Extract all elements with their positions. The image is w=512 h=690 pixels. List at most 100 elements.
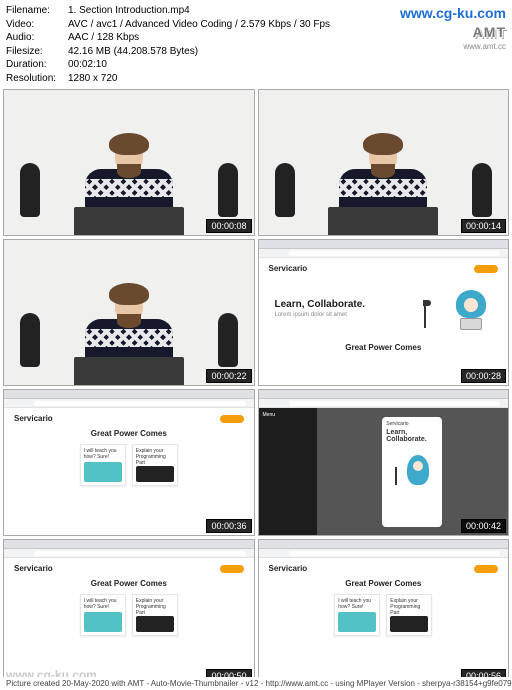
- meta-label: Duration:: [6, 58, 68, 72]
- devtools-heading: Menu: [263, 412, 313, 418]
- card-caption: Explain your Programming Part: [136, 448, 174, 466]
- lamp-icon: [395, 467, 403, 485]
- meta-value: AAC / 128 Kbps: [68, 31, 139, 45]
- card-image: [338, 612, 376, 632]
- meta-resolution: Resolution:1280 x 720: [6, 72, 506, 86]
- thumbnail-1: 00:00:08: [3, 89, 255, 236]
- site-nav: Servicario: [269, 564, 499, 573]
- browser-tab-bar: [259, 540, 509, 549]
- card-caption: Explain your Programming Part: [390, 598, 428, 616]
- card-row: I will teach you how? Sure! Explain your…: [14, 444, 244, 486]
- browser-tab-bar: [4, 390, 254, 399]
- microphone-icon: [275, 163, 295, 217]
- hero-title: Learn, Collaborate.: [386, 429, 438, 443]
- thumbnail-5: Servicario Great Power Comes I will teac…: [3, 389, 255, 536]
- meta-value: 42.16 MB (44.208.578 Bytes): [68, 45, 198, 59]
- person-illustration: [407, 455, 429, 485]
- brand-logo: Servicario: [386, 421, 438, 427]
- meta-label: Filename:: [6, 4, 68, 18]
- laptop-icon: [74, 357, 184, 385]
- meta-duration: Duration:00:02:10: [6, 58, 506, 72]
- lamp-icon: [424, 306, 434, 328]
- browser-tab-bar: [4, 540, 254, 549]
- thumbnail-8: Servicario Great Power Comes I will teac…: [258, 539, 510, 686]
- meta-value: 00:02:10: [68, 58, 107, 72]
- brand-logo: Servicario: [269, 564, 308, 573]
- meta-label: Filesize:: [6, 45, 68, 59]
- watermark-amt-logo: AMT: [400, 23, 506, 42]
- microphone-icon: [218, 313, 238, 367]
- site-nav: Servicario: [14, 414, 244, 423]
- cta-button: [474, 265, 498, 273]
- person-illustration: [456, 290, 486, 330]
- card-image: [84, 612, 122, 632]
- timestamp: 00:00:42: [461, 519, 506, 533]
- meta-value: 1280 x 720: [68, 72, 118, 86]
- browser-tab-bar: [259, 390, 509, 399]
- offer-card: Explain your Programming Part: [132, 444, 178, 486]
- card-row: I will teach you how? Sure! Explain your…: [14, 594, 244, 636]
- metadata-block: Filename:1. Section Introduction.mp4 Vid…: [0, 0, 512, 89]
- browser-address-bar: [259, 249, 509, 258]
- microphone-icon: [218, 163, 238, 217]
- thumbnail-2: 00:00:14: [258, 89, 510, 236]
- devtools-panel: Menu: [259, 408, 317, 535]
- meta-label: Resolution:: [6, 72, 68, 86]
- presenter-figure: [79, 139, 179, 235]
- card-image: [390, 616, 428, 632]
- meta-value: AVC / avc1 / Advanced Video Coding / 2.5…: [68, 18, 330, 32]
- hero-illustration: [386, 445, 438, 485]
- presenter-figure: [79, 289, 179, 385]
- offer-card: Explain your Programming Part: [132, 594, 178, 636]
- microphone-icon: [472, 163, 492, 217]
- site-nav: Servicario: [269, 264, 499, 273]
- timestamp: 00:00:36: [206, 519, 251, 533]
- thumbnail-3: 00:00:22: [3, 239, 255, 386]
- watermark-subtext: www.amt.cc: [400, 42, 506, 53]
- cta-button: [220, 565, 244, 573]
- laptop-icon: [328, 207, 438, 235]
- brand-logo: Servicario: [14, 414, 53, 423]
- section-heading: Great Power Comes: [14, 579, 244, 588]
- thumbnail-7: Servicario Great Power Comes I will teac…: [3, 539, 255, 686]
- card-image: [136, 466, 174, 482]
- card-row: I will teach you how? Sure! Explain your…: [269, 594, 499, 636]
- browser-address-bar: [259, 399, 509, 408]
- card-image: [84, 462, 122, 482]
- browser-address-bar: [259, 549, 509, 558]
- timestamp: 00:00:14: [461, 219, 506, 233]
- thumbnail-6: Menu Servicario Learn, Collaborate. 00:0…: [258, 389, 510, 536]
- watermark-link: www.cg-ku.com: [400, 4, 506, 23]
- microphone-icon: [20, 313, 40, 367]
- timestamp: 00:00:08: [206, 219, 251, 233]
- card-caption: I will teach you how? Sure!: [84, 448, 122, 460]
- meta-label: Audio:: [6, 31, 68, 45]
- corner-watermark: www.cg-ku.com AMT www.amt.cc: [400, 4, 506, 53]
- card-caption: Explain your Programming Part: [136, 598, 174, 616]
- thumbnail-4: Servicario Learn, Collaborate. Lorem ips…: [258, 239, 510, 386]
- microphone-icon: [20, 163, 40, 217]
- hero-subtitle: Lorem ipsum dolor sit amet: [275, 312, 366, 318]
- hero-section: Learn, Collaborate. Lorem ipsum dolor si…: [269, 279, 499, 337]
- card-image: [136, 616, 174, 632]
- meta-label: Video:: [6, 18, 68, 32]
- brand-logo: Servicario: [269, 264, 308, 273]
- cta-button: [474, 565, 498, 573]
- browser-address-bar: [4, 399, 254, 408]
- browser-tab-bar: [259, 240, 509, 249]
- section-heading: Great Power Comes: [14, 429, 244, 438]
- hero-title: Learn, Collaborate.: [275, 299, 366, 310]
- cta-button: [220, 415, 244, 423]
- phone-frame: Servicario Learn, Collaborate.: [382, 417, 442, 527]
- presenter-figure: [333, 139, 433, 235]
- section-heading: Great Power Comes: [269, 579, 499, 588]
- site-nav: Servicario: [14, 564, 244, 573]
- meta-value: 1. Section Introduction.mp4: [68, 4, 190, 18]
- hero-illustration: [420, 284, 492, 332]
- thumbnail-grid: 00:00:08 00:00:14 00:00:22 Servicario: [0, 89, 512, 686]
- card-caption: I will teach you how? Sure!: [84, 598, 122, 610]
- mobile-preview: Servicario Learn, Collaborate.: [317, 408, 509, 535]
- laptop-icon: [74, 207, 184, 235]
- offer-card: Explain your Programming Part: [386, 594, 432, 636]
- brand-logo: Servicario: [14, 564, 53, 573]
